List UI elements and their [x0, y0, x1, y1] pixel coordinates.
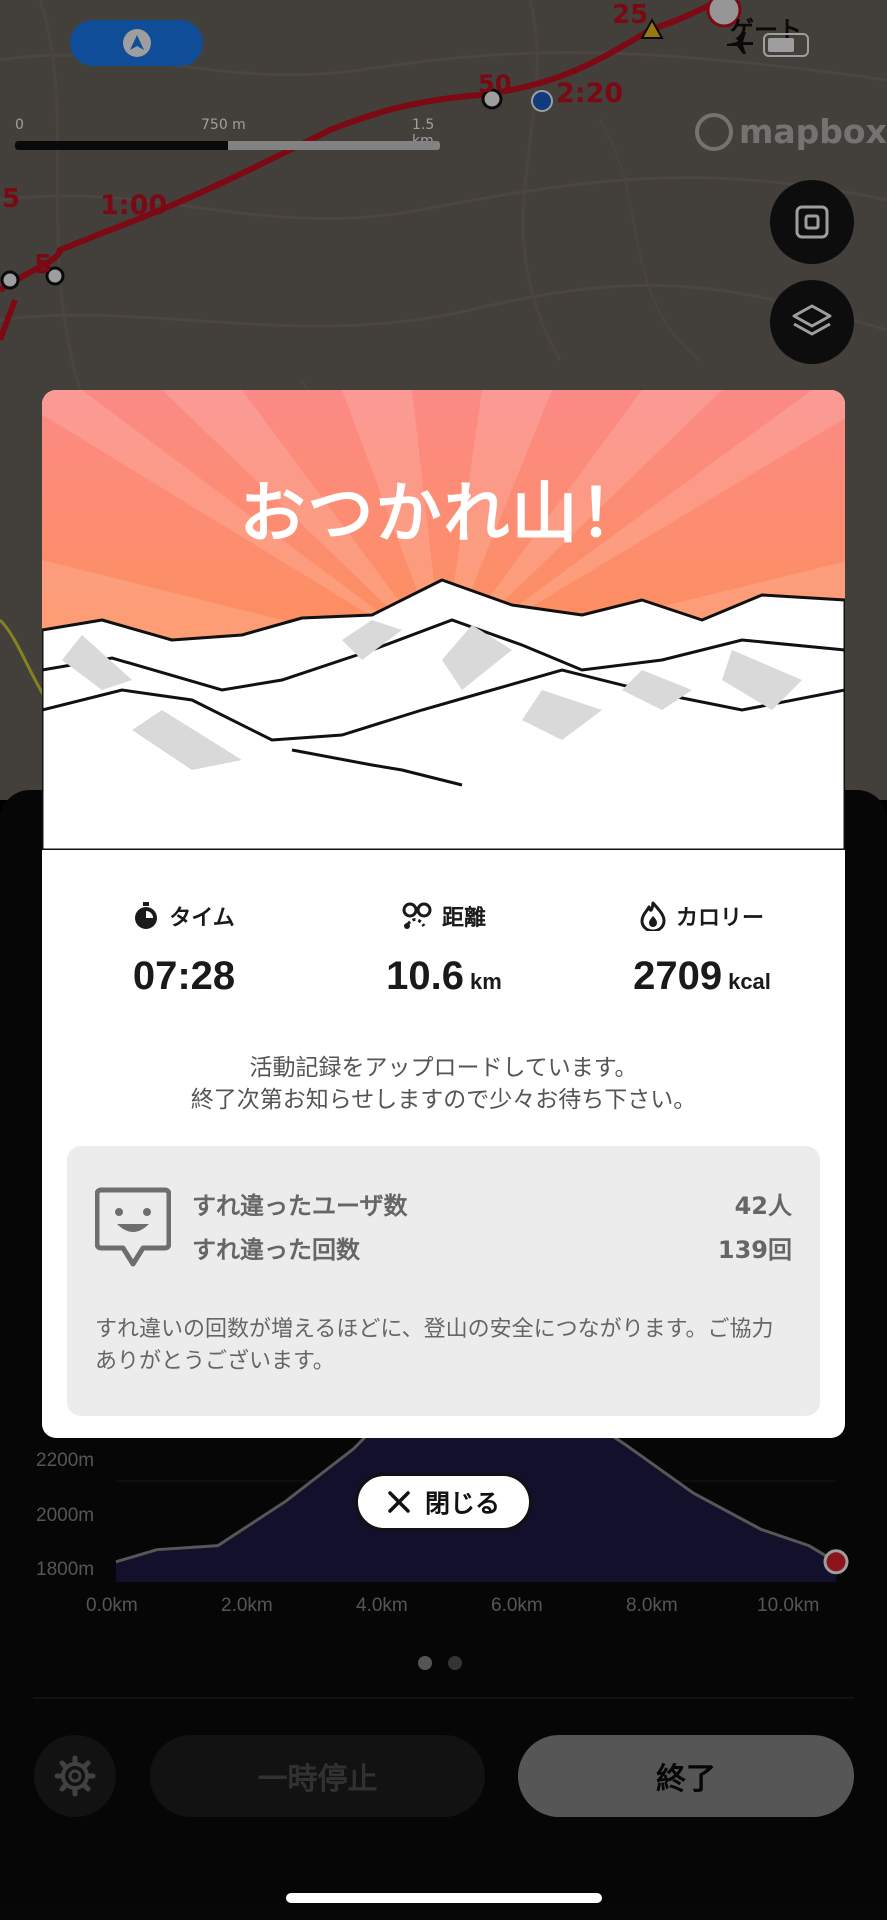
distance-unit: km	[470, 969, 502, 994]
stat-time: タイム 07:28	[54, 900, 314, 999]
close-icon	[388, 1491, 410, 1513]
route-icon	[402, 902, 432, 929]
time-value: 07:28	[132, 954, 236, 998]
close-label: 閉じる	[424, 1489, 500, 1518]
close-button[interactable]: 閉じる	[355, 1473, 532, 1531]
distance-value: 10.6	[386, 954, 465, 998]
calories-unit: kcal	[728, 969, 771, 994]
stopwatch-icon	[135, 902, 158, 929]
home-indicator	[286, 1893, 602, 1903]
stat-calories: カロリー 2709 kcal	[572, 900, 832, 999]
passing-note: すれ違いの回数が増えるほどに、登山の安全につながります。ご協力ありがとうございま…	[95, 1317, 774, 1374]
mountain-illustration	[42, 390, 845, 850]
calories-label: カロリー	[675, 906, 764, 931]
distance-label: 距離	[441, 906, 486, 931]
flame-icon	[640, 901, 666, 931]
completion-dialog: おつかれ山！ タイム 07:28 距離 10.6 km カロリー 2709 kc…	[42, 390, 845, 1438]
calories-value: 2709	[633, 954, 723, 998]
passing-users-value: 42人	[734, 1192, 792, 1220]
passing-users-row: すれ違ったユーザ数 42人	[192, 1186, 792, 1221]
time-label: タイム	[169, 906, 235, 931]
stats-row: タイム 07:28 距離 10.6 km カロリー 2709 kcal	[42, 900, 845, 1020]
passing-face-icon	[95, 1187, 171, 1267]
upload-message: 活動記録をアップロードしています。 終了次第お知らせしますので少々お待ち下さい。	[190, 1055, 697, 1113]
passing-count-label: すれ違った回数	[192, 1236, 360, 1264]
dialog-title: おつかれ山！	[239, 475, 648, 552]
passing-info-box: すれ違ったユーザ数 42人 すれ違った回数 139回 すれ違いの回数が増えるほど…	[67, 1146, 820, 1416]
stat-distance: 距離 10.6 km	[314, 900, 574, 999]
passing-count-row: すれ違った回数 139回	[192, 1230, 792, 1265]
passing-users-label: すれ違ったユーザ数	[192, 1192, 408, 1220]
passing-count-value: 139回	[717, 1236, 792, 1264]
